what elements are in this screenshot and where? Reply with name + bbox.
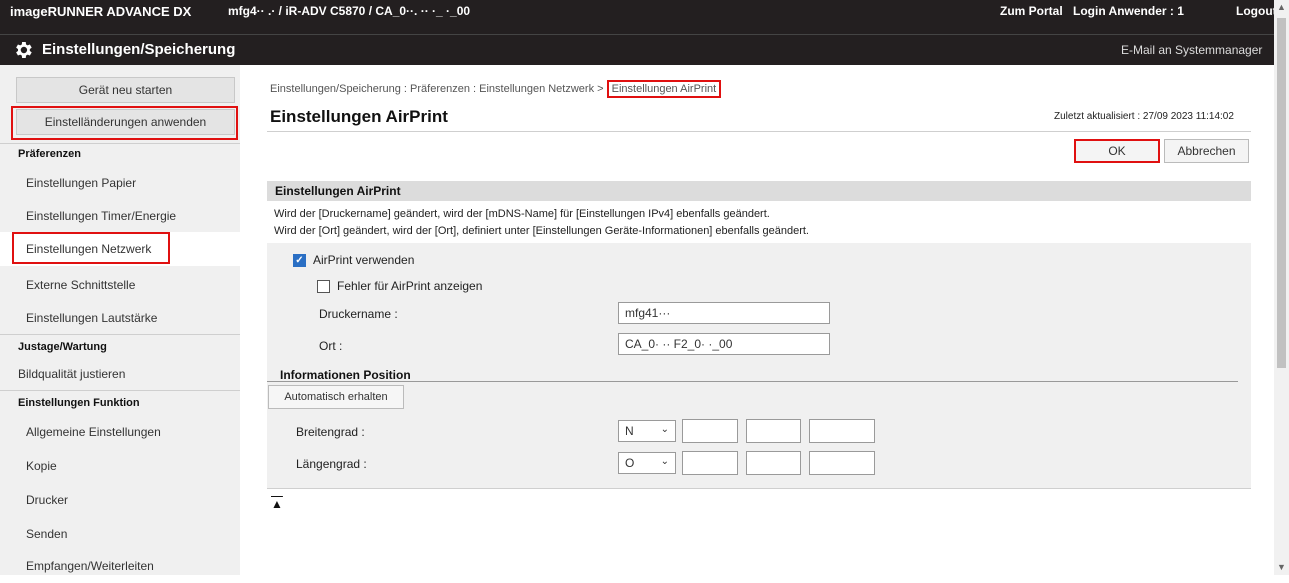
page-title: Einstellungen AirPrint xyxy=(270,107,448,126)
gear-icon xyxy=(16,42,32,58)
longitude-direction-value: O xyxy=(625,456,635,470)
divider xyxy=(267,381,1238,382)
sidebar-item-general[interactable]: Allgemeine Einstellungen xyxy=(0,415,240,449)
logout-link[interactable]: Logout xyxy=(1236,4,1277,18)
top-bar: imageRUNNER ADVANCE DX mfg4·· .· / iR-AD… xyxy=(0,0,1277,34)
sidebar-heading-functions: Einstellungen Funktion xyxy=(18,397,140,409)
breadcrumb-current: Einstellungen AirPrint xyxy=(606,80,722,98)
chevron-down-icon: ⌄ xyxy=(660,456,669,467)
scroll-down-icon[interactable]: ▼ xyxy=(1277,562,1286,572)
cancel-button[interactable]: Abbrechen xyxy=(1164,139,1249,163)
location-input[interactable]: CA_0· ·· F2_0· ·_00 xyxy=(618,333,830,355)
airprint-errors-checkbox[interactable] xyxy=(317,280,330,293)
chevron-down-icon: ⌄ xyxy=(660,424,669,435)
scrollbar[interactable]: ▲ ▼ xyxy=(1274,0,1289,575)
printer-name-label: Druckername : xyxy=(319,307,398,321)
sidebar-item-volume[interactable]: Einstellungen Lautstärke xyxy=(0,301,240,335)
airprint-errors-label: Fehler für AirPrint anzeigen xyxy=(337,279,483,293)
back-to-top-icon[interactable]: ▲ xyxy=(271,497,283,511)
divider xyxy=(0,143,240,144)
section-heading: Einstellungen AirPrint xyxy=(267,181,1251,201)
sidebar-item-interface[interactable]: Externe Schnittstelle xyxy=(0,268,240,302)
divider xyxy=(0,334,240,335)
sidebar-heading-preferences: Präferenzen xyxy=(18,148,81,160)
login-user: Login Anwender : 1 xyxy=(1073,4,1184,18)
highlight-apply xyxy=(11,106,238,140)
position-heading: Informationen Position xyxy=(280,368,411,382)
airprint-label: AirPrint verwenden xyxy=(313,253,415,267)
sidebar-item-receive[interactable]: Empfangen/Weiterleiten xyxy=(0,549,240,575)
scroll-up-icon[interactable]: ▲ xyxy=(1277,2,1286,12)
page-section-title: Einstellungen/Speicherung xyxy=(42,41,236,58)
mail-admin-link[interactable]: E-Mail an Systemmanager xyxy=(1121,43,1262,57)
latitude-degrees-input[interactable] xyxy=(682,419,738,443)
divider xyxy=(0,390,240,391)
sidebar-item-printer[interactable]: Drucker xyxy=(0,483,240,517)
longitude-degrees-input[interactable] xyxy=(682,451,738,475)
title-bar: Einstellungen/Speicherung E-Mail an Syst… xyxy=(0,34,1274,65)
scroll-thumb[interactable] xyxy=(1277,18,1286,368)
device-info: mfg4·· .· / iR-ADV C5870 / CA_0··. ·· ·_… xyxy=(228,4,471,18)
longitude-label: Längengrad : xyxy=(296,457,367,471)
sidebar-item-timer[interactable]: Einstellungen Timer/Energie xyxy=(0,199,240,233)
latitude-direction-select[interactable]: N ⌄ xyxy=(618,420,676,442)
last-updated: Zuletzt aktualisiert : 27/09 2023 11:14:… xyxy=(1054,111,1234,122)
ok-button[interactable]: OK xyxy=(1074,139,1160,163)
sidebar-item-copy[interactable]: Kopie xyxy=(0,449,240,483)
description-line: Wird der [Ort] geändert, wird der [Ort],… xyxy=(274,225,809,237)
sidebar-item-send[interactable]: Senden xyxy=(0,517,240,551)
description-line: Wird der [Druckername] geändert, wird de… xyxy=(274,208,770,220)
sidebar-item-image-quality[interactable]: Bildqualität justieren xyxy=(0,359,240,389)
portal-link[interactable]: Zum Portal xyxy=(1000,4,1063,18)
location-label: Ort : xyxy=(319,339,343,353)
latitude-minutes-input[interactable] xyxy=(746,419,801,443)
breadcrumb-path[interactable]: Einstellungen/Speicherung : Präferenzen … xyxy=(270,83,607,95)
auto-obtain-button[interactable]: Automatisch erhalten xyxy=(268,385,404,409)
breadcrumb: Einstellungen/Speicherung : Präferenzen … xyxy=(270,80,722,98)
divider xyxy=(267,488,1251,489)
printer-name-input[interactable]: mfg41··· xyxy=(618,302,830,324)
longitude-direction-select[interactable]: O ⌄ xyxy=(618,452,676,474)
highlight-network xyxy=(12,232,170,264)
restart-button[interactable]: Gerät neu starten xyxy=(16,77,235,103)
latitude-direction-value: N xyxy=(625,424,634,438)
airprint-checkbox[interactable]: ✓ xyxy=(293,254,306,267)
sidebar-heading-maintenance: Justage/Wartung xyxy=(18,341,107,353)
sidebar: Gerät neu starten Einstelländerungen anw… xyxy=(0,65,240,575)
longitude-seconds-input[interactable] xyxy=(809,451,875,475)
latitude-label: Breitengrad : xyxy=(296,425,365,439)
product-name: imageRUNNER ADVANCE DX xyxy=(10,4,192,19)
latitude-seconds-input[interactable] xyxy=(809,419,875,443)
main-content: Einstellungen/Speicherung : Präferenzen … xyxy=(240,65,1274,575)
divider xyxy=(267,131,1251,132)
sidebar-item-paper[interactable]: Einstellungen Papier xyxy=(0,168,240,202)
longitude-minutes-input[interactable] xyxy=(746,451,801,475)
